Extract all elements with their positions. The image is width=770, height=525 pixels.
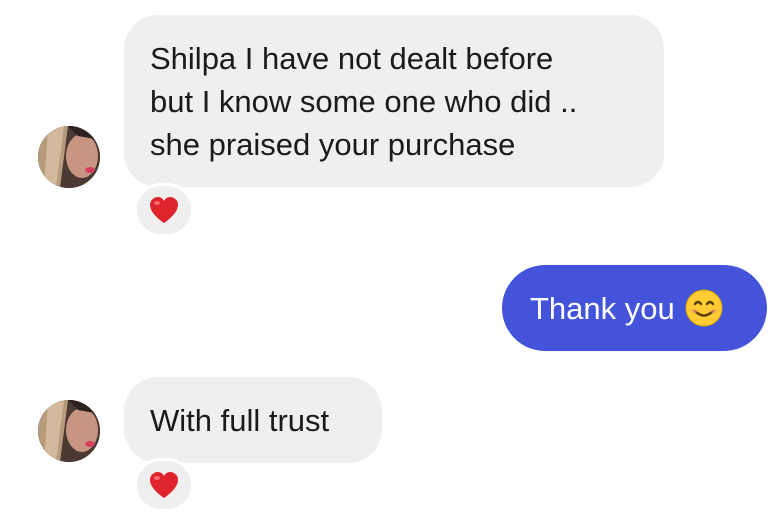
avatar-photo bbox=[38, 400, 100, 462]
avatar[interactable] bbox=[38, 126, 100, 188]
reaction-badge[interactable] bbox=[134, 183, 194, 237]
message-line: but I know some one who did .. bbox=[150, 84, 578, 119]
message-bubble-outgoing[interactable]: Thank you bbox=[502, 265, 767, 351]
heart-icon bbox=[150, 197, 178, 223]
message-line: With full trust bbox=[150, 402, 330, 438]
message-line: Shilpa I have not dealt before bbox=[150, 41, 554, 76]
reaction-badge[interactable] bbox=[134, 458, 194, 512]
heart-icon bbox=[150, 472, 178, 498]
avatar-photo bbox=[38, 126, 100, 188]
chat-thread: Shilpa I have not dealt before but I kno… bbox=[0, 0, 770, 525]
message-text: Thank you bbox=[530, 290, 675, 326]
message-bubble-incoming[interactable]: With full trust bbox=[124, 377, 382, 463]
message-bubble-incoming[interactable]: Shilpa I have not dealt before but I kno… bbox=[124, 15, 664, 187]
message-line: she praised your purchase bbox=[150, 127, 516, 162]
smiling-face-icon bbox=[685, 289, 723, 327]
avatar[interactable] bbox=[38, 400, 100, 462]
